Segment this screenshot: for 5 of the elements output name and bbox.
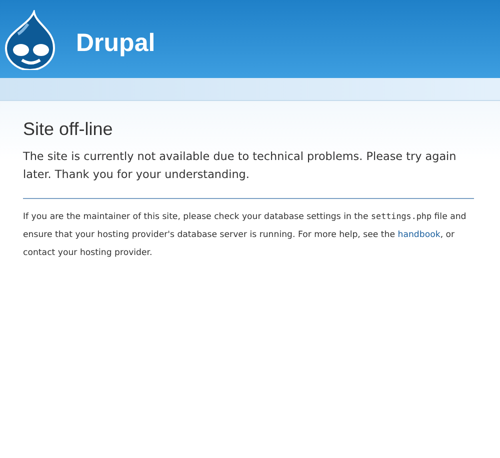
page-title: Site off-line <box>23 119 114 140</box>
maintainer-help-text: If you are the maintainer of this site, please check your database settings in the settings.php file and ensure that your hosting provider's database server is running. For more help, see the handbook, or contact your hosting provider. <box>23 210 468 260</box>
drop-logo-icon <box>4 10 56 70</box>
offline-message: The site is currently not available due to technical problems. Please try again later. Thank you for your understanding. <box>23 149 458 183</box>
handbook-link[interactable]: handbook <box>398 230 440 240</box>
